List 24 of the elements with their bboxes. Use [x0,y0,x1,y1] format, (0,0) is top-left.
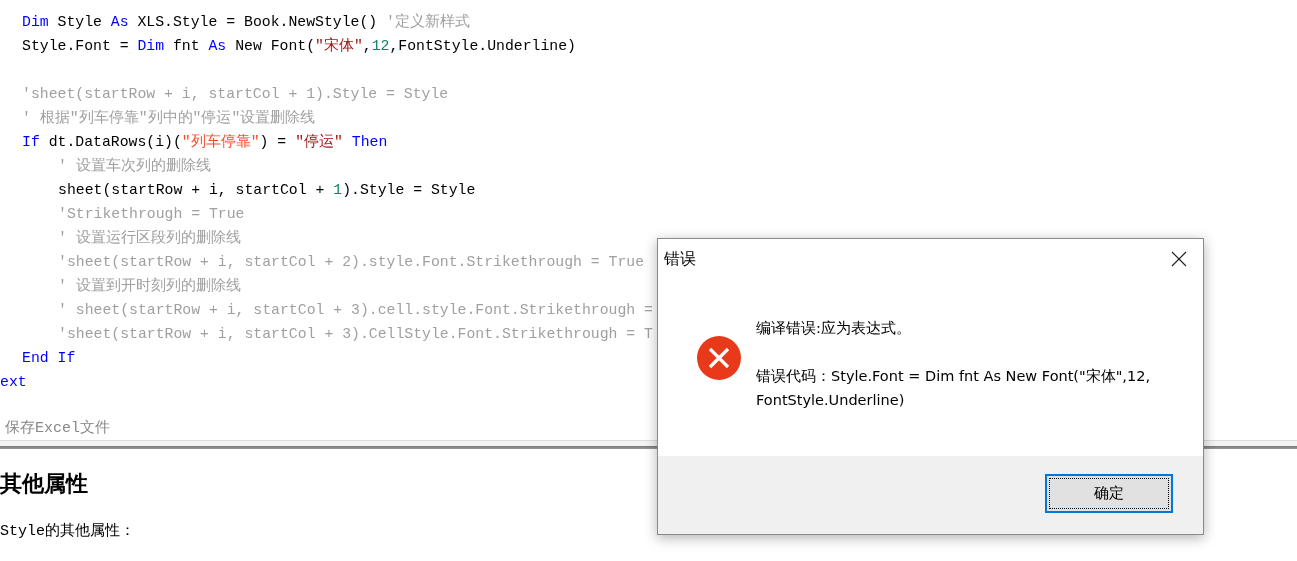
code-line: Dim Style As XLS.Style = Book.NewStyle() '定义新样式 [22,12,470,32]
code-line: Style.Font = Dim fnt As New Font("宋体",12,FontStyle.Underline) [22,36,576,56]
section-heading: 其他属性 [0,470,88,498]
error-detail: 错误代码：Style.Font = Dim fnt As New Font("宋体",12,FontStyle.Underline) [756,367,1152,410]
ok-button[interactable]: 确定 [1045,473,1173,513]
code-line: ' 设置车次列的删除线 [58,156,211,176]
code-line: 'sheet(startRow + i, startCol + 1).Style = Style [22,85,449,104]
code-line: 'Strikethrough = True [58,205,245,224]
code-line: 'sheet(startRow + i, startCol + 3).CellStyle.Font.Strikethrough = T [58,325,653,344]
code-line: If dt.DataRows(i)("列车停靠") = "停运" Then [22,132,388,152]
code-line: ' sheet(startRow + i, startCol + 3).cell.style.Font.Strikethrough = [58,301,653,320]
close-icon [1171,251,1187,267]
code-line: 'sheet(startRow + i, startCol + 2).style.Font.Strikethrough = True [58,253,645,272]
code-line: ' 设置运行区段列的删除线 [58,228,241,248]
error-message: 编译错误:应为表达式。 [756,319,911,338]
code-line: End If [22,349,76,368]
code-line: ' 根据"列车停靠"列中的"停运"设置删除线 [22,108,316,128]
code-caption: 保存Excel文件 [4,418,110,439]
paragraph: Style的其他属性： [0,521,135,540]
dialog-title: 错误 [664,248,696,270]
error-icon [696,335,742,381]
code-line: sheet(startRow + i, startCol + 1).Style = Style [58,181,476,200]
code-line: ext [0,373,27,392]
code-line: ' 设置到开时刻列的删除线 [58,276,241,296]
